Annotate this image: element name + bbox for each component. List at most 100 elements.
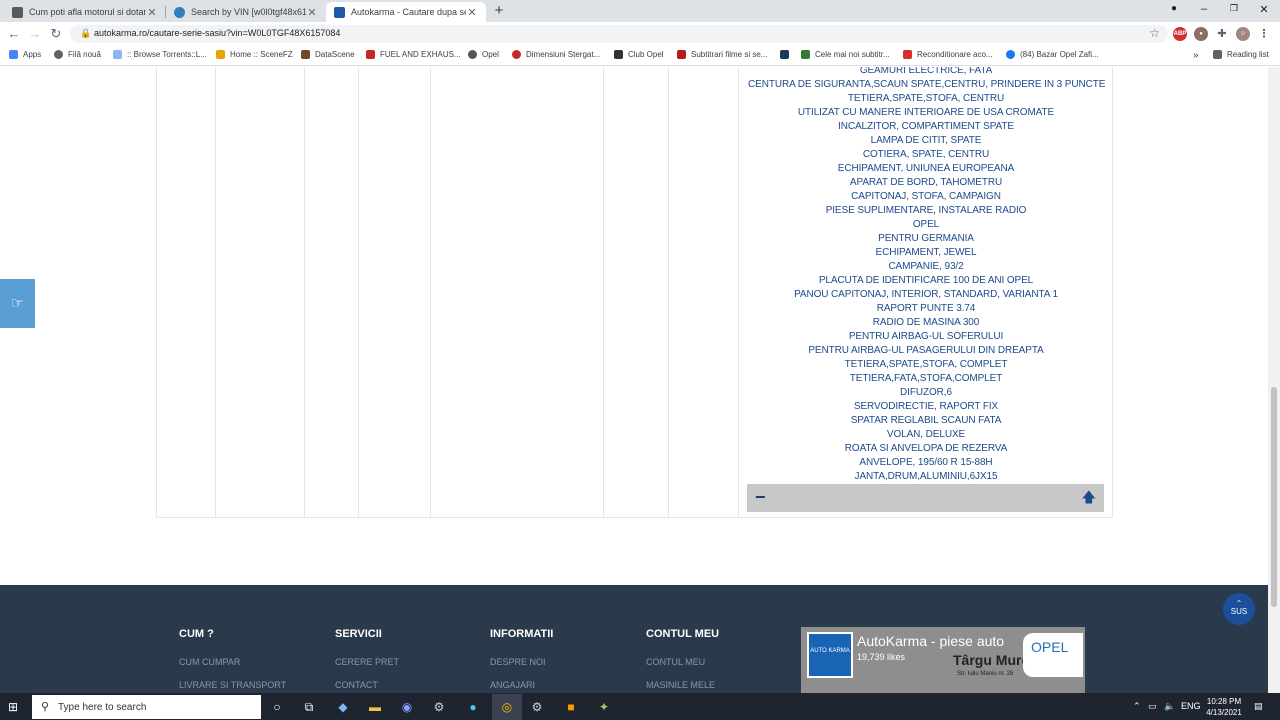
bookmark-item[interactable]: Subtitrari filme si se... [677, 50, 767, 59]
arrow-up-icon[interactable]: 🡅 [1082, 488, 1096, 506]
bookmarks-bar: Apps Filă nouă :: Browse Torrents::L... … [0, 46, 1280, 66]
app-drop-icon[interactable]: ● [465, 699, 481, 715]
address-bar[interactable]: 🔒 autokarma.ro/cautare-serie-sasiu?vin=W… [70, 25, 1168, 43]
app-icon[interactable]: ◆ [335, 699, 351, 715]
clock[interactable]: 10:28 PM 4/13/2021 [1202, 696, 1246, 718]
page-icon [113, 50, 122, 59]
discord-icon[interactable]: ◉ [399, 699, 415, 715]
chrome-icon[interactable]: ◎ [499, 699, 515, 715]
bookmark-apps[interactable]: Apps [9, 50, 41, 59]
language-indicator[interactable]: ENG [1181, 701, 1201, 711]
hand-pointer-tab-icon[interactable]: ☞ [0, 279, 35, 328]
autokarma-logo[interactable]: AUTO KARMA [807, 632, 853, 678]
vehicle-option-item: COTIERA, SPATE, CENTRU [862, 149, 990, 160]
footer-link[interactable]: CONTACT [335, 680, 399, 690]
chrome-menu-icon[interactable]: ⋮ [1257, 27, 1271, 41]
extension-icon[interactable]: ● [1194, 27, 1208, 41]
film-icon [780, 50, 789, 59]
bookmark-item[interactable]: Home :: SceneFZ [216, 50, 293, 59]
bookmark-star-icon[interactable]: ☆ [1149, 26, 1160, 40]
cortana-icon[interactable]: ○ [269, 699, 285, 715]
bookmark-item[interactable]: (84) Bazar Opel Zafi... [1006, 50, 1099, 59]
footer-heading: SERVICII [335, 628, 382, 640]
footer-column-contul-meu: CONTUL MEU CONTUL MEU MASINILE MELE [646, 628, 719, 690]
footer-link[interactable]: CERERE PRET [335, 657, 399, 667]
footer-link[interactable]: ANGAJARI [490, 680, 553, 690]
steam-icon[interactable]: ⚙ [431, 699, 447, 715]
footer-link[interactable]: CONTUL MEU [646, 657, 719, 667]
vehicle-option-item: RAPORT PUNTE 3.74 [876, 303, 976, 314]
footer-link[interactable]: CUM CUMPAR [179, 657, 286, 667]
close-tab-icon[interactable]: ✕ [466, 6, 478, 19]
facebook-page-widget[interactable]: AUTO KARMA AutoKarma - piese auto 19,739… [801, 627, 1085, 693]
reading-list-icon [1213, 50, 1222, 59]
task-view-icon[interactable]: ⧉ [301, 699, 317, 715]
footer-link[interactable]: DESPRE NOI [490, 657, 553, 667]
bookmark-item[interactable]: DataScene [301, 50, 355, 59]
url-text[interactable]: autokarma.ro/cautare-serie-sasiu?vin=W0L… [94, 28, 340, 38]
network-icon[interactable]: ▭ [1148, 701, 1157, 712]
bookmark-item[interactable]: FUEL AND EXHAUS... [366, 50, 461, 59]
window-close-icon[interactable]: ✕ [1256, 3, 1272, 16]
bookmark-item[interactable]: :: Browse Torrents::L... [113, 50, 207, 59]
more-bookmarks-icon[interactable]: » [1193, 50, 1199, 61]
bookmark-item[interactable]: Club Opel [614, 50, 664, 59]
tab-3-active[interactable]: Autokarma - Cautare dupa serie ✕ [326, 2, 486, 22]
tool-icon[interactable]: ✦ [596, 699, 612, 715]
footer-column-servicii: SERVICII CERERE PRET CONTACT [335, 628, 399, 690]
profile-avatar[interactable]: ☺ [1236, 27, 1250, 41]
datascene-icon [301, 50, 310, 59]
tab-2[interactable]: Search by VIN [w0l0tgf48x61570 ✕ [166, 2, 326, 22]
tray-chevron-icon[interactable]: ⌃ [1133, 701, 1141, 712]
lock-icon[interactable]: 🔒 [80, 28, 91, 39]
bookmark-item[interactable] [780, 50, 794, 59]
windows-start-icon[interactable]: ⊞ [8, 700, 18, 714]
vehicle-option-item: PANOU CAPITONAJ, INTERIOR, STANDARD, VAR… [794, 289, 1058, 300]
volume-icon[interactable]: 🔈 [1164, 701, 1175, 712]
bookmark-item[interactable]: Cele mai noi subtitr... [801, 50, 890, 59]
scrollbar-thumb[interactable] [1271, 387, 1277, 607]
page-scrollbar[interactable] [1268, 67, 1280, 693]
back-icon[interactable]: ← [6, 26, 22, 42]
fb-banner-brand: OPEL [1023, 633, 1083, 677]
tab-1[interactable]: Cum poti afla motorul si dotarile ✕ [4, 2, 166, 22]
vehicle-option-item: PENTRU GERMANIA [878, 233, 974, 244]
restore-icon[interactable]: ❐ [1226, 3, 1242, 14]
footer-link[interactable]: LIVRARE SI TRANSPORT [179, 680, 286, 690]
vehicle-option-item: ECHIPAMENT, UNIUNEA EUROPEANA [837, 163, 1015, 174]
close-tab-icon[interactable]: ✕ [306, 6, 318, 19]
bookmark-item[interactable]: Dimensiuni Stergat... [512, 50, 600, 59]
footer-link[interactable]: MASINILE MELE [646, 680, 719, 690]
bookmark-item[interactable]: Opel [468, 50, 499, 59]
profile-menu-icon[interactable]: ● [1166, 3, 1182, 14]
collapse-icon[interactable]: − [755, 487, 766, 507]
new-tab-icon[interactable]: + [492, 3, 506, 19]
vehicle-option-item: VOLAN, DELUXE [886, 429, 966, 440]
reading-list[interactable]: Reading list [1213, 50, 1269, 59]
close-tab-icon[interactable]: ✕ [146, 6, 158, 19]
windows-taskbar: ⊞ ⚲ Type here to search ○ ⧉ ◆ ▬ ◉ ⚙ ● ◎ … [0, 693, 1280, 720]
vehicle-option-item: PENTRU AIRBAG-UL PASAGERULUI DIN DREAPTA [808, 345, 1044, 356]
taskbar-search-placeholder[interactable]: Type here to search [58, 702, 146, 713]
fb-page-name[interactable]: AutoKarma - piese auto [857, 633, 1004, 649]
tab-strip: Cum poti afla motorul si dotarile ✕ Sear… [0, 0, 1280, 22]
subtitles-new-icon [801, 50, 810, 59]
taskbar-search-box[interactable]: ⚲ Type here to search [32, 695, 261, 719]
minimize-icon[interactable]: – [1196, 3, 1212, 15]
column-divider [304, 67, 305, 517]
adblock-icon[interactable]: ABP [1173, 27, 1187, 41]
steam-client-icon[interactable]: ⚙ [529, 699, 545, 715]
back-to-top-button[interactable]: ⌃ SUS [1223, 593, 1255, 625]
forward-icon[interactable]: → [27, 26, 43, 42]
extensions-puzzle-icon[interactable]: ✚ [1215, 27, 1229, 41]
notifications-icon[interactable]: ▤ [1254, 701, 1263, 712]
game-icon[interactable]: ■ [563, 699, 579, 715]
bookmark-item[interactable]: Reconditionare aco... [903, 50, 993, 59]
file-explorer-icon[interactable]: ▬ [367, 699, 383, 715]
tab-favicon-icon [174, 6, 185, 18]
apps-grid-icon [9, 50, 18, 59]
vehicle-option-item: TETIERA,FATA,STOFA,COMPLET [849, 373, 1003, 384]
bookmark-item[interactable]: Filă nouă [54, 50, 101, 59]
reload-icon[interactable]: ↻ [48, 26, 64, 42]
vehicle-option-item: RADIO DE MASINA 300 [872, 317, 980, 328]
